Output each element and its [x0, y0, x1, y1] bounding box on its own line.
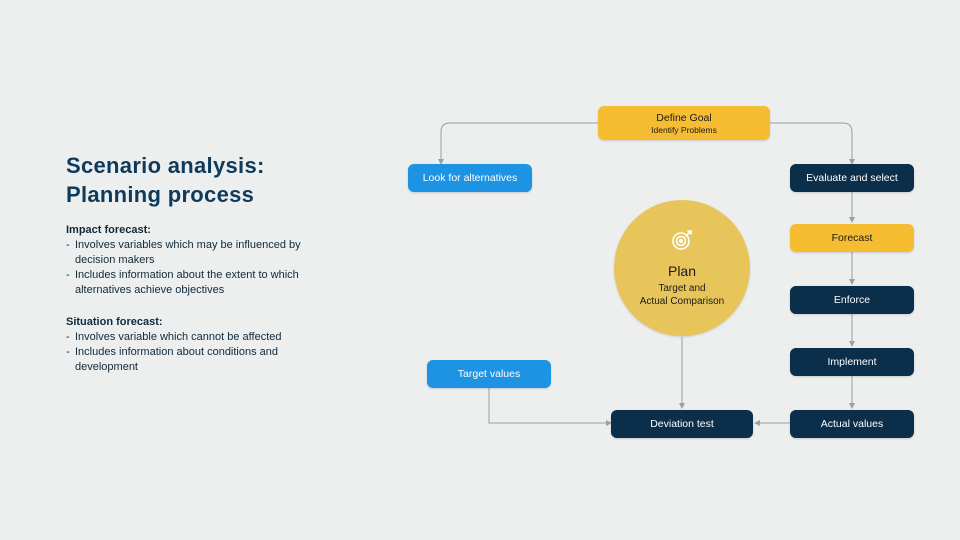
- impact-b2: Includes information about the extent to…: [75, 268, 326, 298]
- node-forecast: Forecast: [790, 224, 914, 252]
- node-evaluate-select: Evaluate and select: [790, 164, 914, 192]
- situation-b2: Includes information about conditions an…: [75, 345, 326, 375]
- plan-title: Plan: [668, 263, 696, 279]
- target-icon: [670, 228, 694, 257]
- situation-body: -Involves variable which cannot be affec…: [66, 330, 326, 375]
- node-implement: Implement: [790, 348, 914, 376]
- node-plan-circle: Plan Target and Actual Comparison: [614, 200, 750, 336]
- impact-body: -Involves variables which may be influen…: [66, 238, 326, 297]
- node-target-values-label: Target values: [458, 368, 520, 380]
- node-evaluate-select-label: Evaluate and select: [806, 172, 898, 184]
- node-implement-label: Implement: [827, 356, 876, 368]
- title-line-1: Scenario analysis:: [66, 152, 265, 181]
- node-deviation-test-label: Deviation test: [650, 418, 714, 430]
- impact-b1: Involves variables which may be influenc…: [75, 238, 326, 268]
- node-look-alternatives: Look for alternatives: [408, 164, 532, 192]
- impact-heading: Impact forecast:: [66, 224, 151, 236]
- node-define-goal: Define Goal Identify Problems: [598, 106, 770, 140]
- node-define-goal-sub: Identify Problems: [651, 125, 717, 135]
- node-actual-values-label: Actual values: [821, 418, 883, 430]
- plan-sub: Target and Actual Comparison: [640, 283, 724, 308]
- page-title: Scenario analysis: Planning process: [66, 152, 265, 209]
- node-forecast-label: Forecast: [832, 232, 873, 244]
- node-enforce-label: Enforce: [834, 294, 870, 306]
- situation-heading: Situation forecast:: [66, 316, 163, 328]
- node-enforce: Enforce: [790, 286, 914, 314]
- node-target-values: Target values: [427, 360, 551, 388]
- node-deviation-test: Deviation test: [611, 410, 753, 438]
- node-actual-values: Actual values: [790, 410, 914, 438]
- situation-b1: Involves variable which cannot be affect…: [75, 330, 326, 345]
- plan-sub-1: Target and: [640, 283, 724, 296]
- plan-sub-2: Actual Comparison: [640, 296, 724, 309]
- node-look-alternatives-label: Look for alternatives: [423, 172, 518, 184]
- node-define-goal-label: Define Goal: [656, 112, 711, 124]
- title-line-2: Planning process: [66, 181, 265, 210]
